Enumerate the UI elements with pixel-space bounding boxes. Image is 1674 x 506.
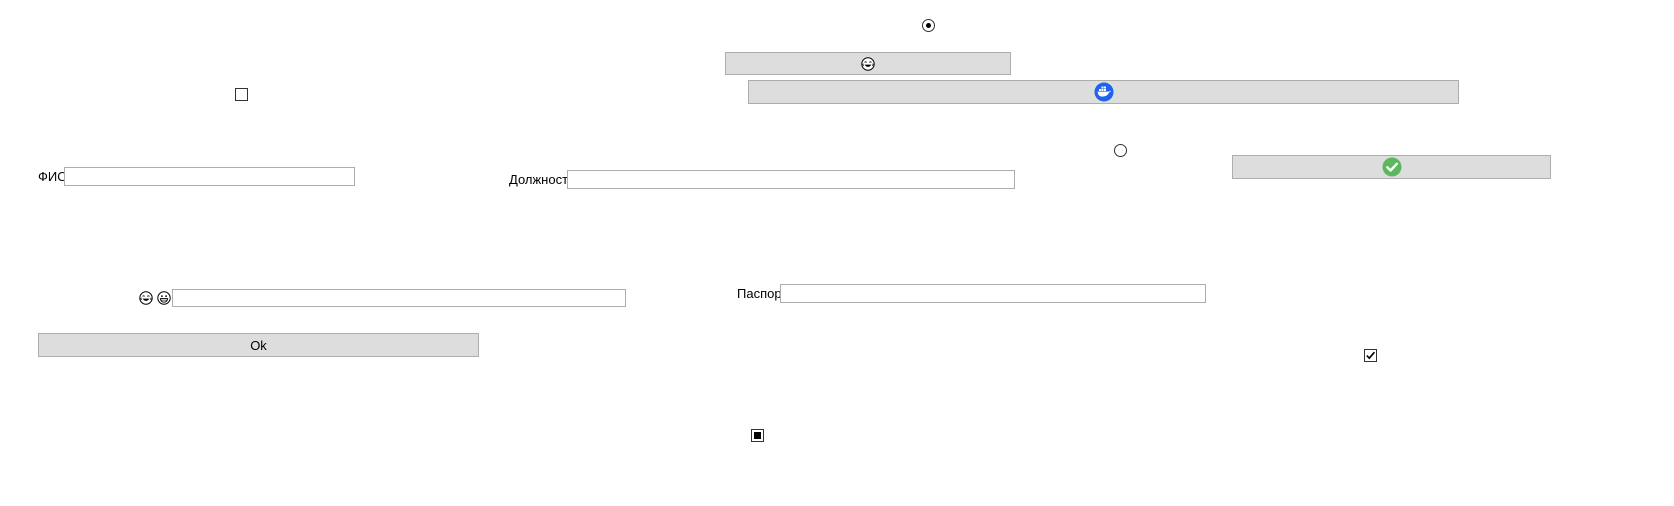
- grinning-face-icon: [157, 291, 171, 305]
- fio-field[interactable]: [64, 167, 355, 186]
- laughing-face-icon: [139, 291, 153, 305]
- docker-button[interactable]: [748, 80, 1459, 104]
- ok-button[interactable]: Ok: [38, 333, 479, 357]
- docker-whale-icon: [1094, 82, 1113, 102]
- position-label: Должность: [509, 172, 575, 187]
- green-checkmark-icon: [1382, 157, 1401, 177]
- passport-field[interactable]: [780, 284, 1206, 303]
- indeterminate-mark: [754, 432, 761, 439]
- check-button[interactable]: [1232, 155, 1551, 179]
- emoji-button[interactable]: [725, 52, 1011, 75]
- checkbox-top[interactable]: [235, 88, 248, 101]
- checkmark-icon: [1366, 351, 1376, 360]
- fio-label: ФИО: [38, 169, 68, 184]
- radio-option-top[interactable]: [922, 19, 935, 32]
- emoji-input-field[interactable]: [172, 289, 626, 307]
- radio-option-middle[interactable]: [1114, 144, 1127, 157]
- checkbox-bottom[interactable]: [751, 429, 764, 442]
- laughing-face-icon: [861, 56, 875, 71]
- radio-dot: [926, 23, 931, 28]
- checkbox-right[interactable]: [1364, 349, 1377, 362]
- position-field[interactable]: [567, 170, 1015, 189]
